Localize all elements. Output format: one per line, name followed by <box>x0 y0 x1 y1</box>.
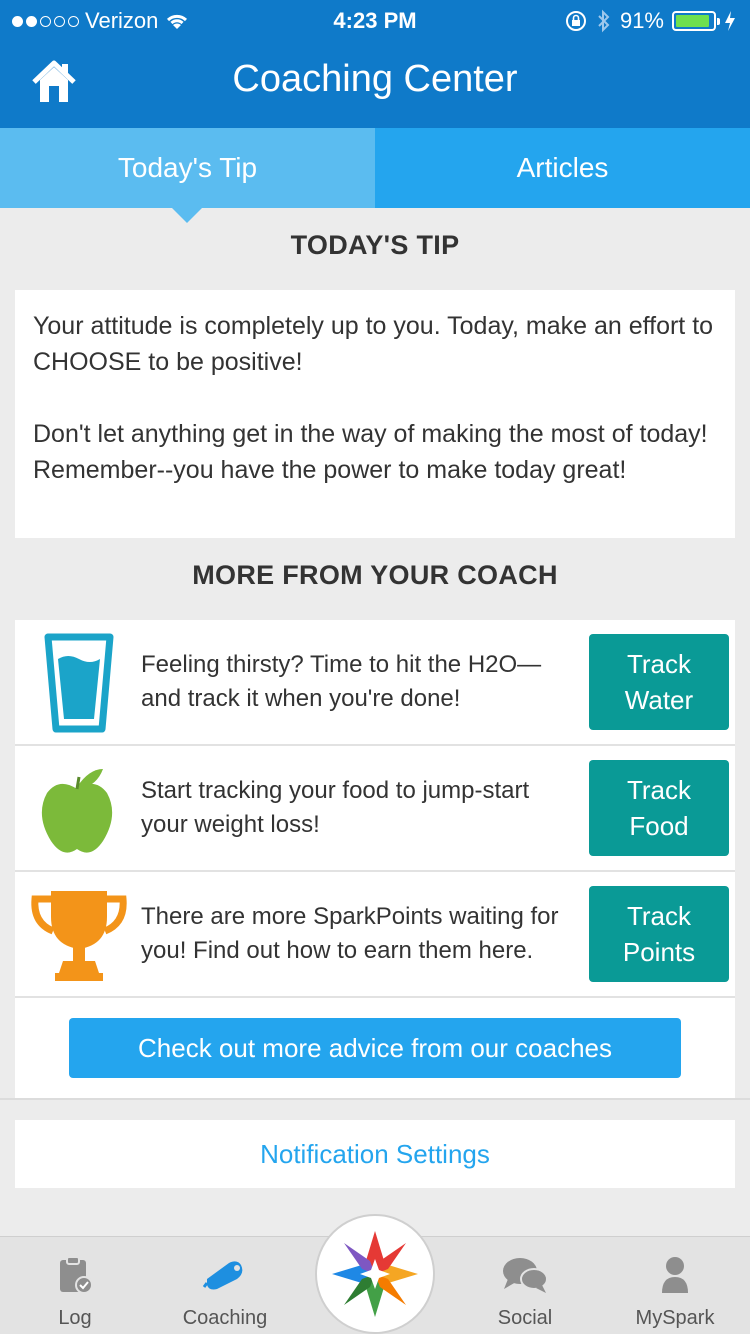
section-divider <box>0 1098 750 1100</box>
tabbar-item-coaching[interactable]: Coaching <box>150 1237 300 1334</box>
tabbar-label: Log <box>58 1307 92 1329</box>
quick-add-button[interactable] <box>315 1214 435 1334</box>
coach-item-food: Start tracking your food to jump-start y… <box>15 746 735 872</box>
coaching-icon <box>150 1253 300 1297</box>
tabbar-item-log[interactable]: Log <box>0 1237 150 1334</box>
log-icon <box>0 1253 150 1297</box>
coach-item-text: Feeling thirsty? Time to hit the H2O—and… <box>141 651 542 712</box>
track-points-button[interactable]: Track Points <box>589 886 729 982</box>
bluetooth-icon <box>598 9 610 33</box>
todays-tip-heading: TODAY'S TIP <box>290 230 460 260</box>
tab-articles[interactable]: Articles <box>375 128 750 208</box>
coach-item-water: Feeling thirsty? Time to hit the H2O—and… <box>15 620 735 746</box>
coach-item-text: Start tracking your food to jump-start y… <box>141 777 530 838</box>
coach-heading: MORE FROM YOUR COACH <box>192 560 558 590</box>
coach-item-text: There are more SparkPoints waiting for y… <box>141 903 559 964</box>
tip-card: Your attitude is completely up to you. T… <box>15 290 735 538</box>
tabbar-item-social[interactable]: Social <box>450 1237 600 1334</box>
status-right: 91% <box>564 8 736 34</box>
notification-settings-link[interactable]: Notification Settings <box>15 1120 735 1188</box>
charging-icon <box>725 11 735 31</box>
myspark-icon <box>600 1253 750 1297</box>
tab-bar-top: Today's Tip Articles <box>0 128 750 208</box>
spark-logo-icon <box>332 1231 418 1317</box>
battery-percent: 91% <box>619 8 664 33</box>
tip-paragraph: Your attitude is completely up to you. T… <box>33 312 714 376</box>
rotation-lock-icon <box>565 11 586 31</box>
social-icon <box>450 1253 600 1297</box>
tip-paragraph: Don't let anything get in the way of mak… <box>33 420 708 484</box>
apple-icon <box>29 756 129 862</box>
page-title: Coaching Center <box>232 58 518 100</box>
tabbar-label: Social <box>497 1307 553 1329</box>
coach-item-points: There are more SparkPoints waiting for y… <box>15 872 735 998</box>
coach-card: Feeling thirsty? Time to hit the H2O—and… <box>15 620 735 1098</box>
track-food-button[interactable]: Track Food <box>589 760 729 856</box>
trophy-icon <box>29 882 129 988</box>
more-advice-button[interactable]: Check out more advice from our coaches <box>69 1018 681 1078</box>
track-water-button[interactable]: Track Water <box>589 634 729 730</box>
water-glass-icon <box>29 630 129 736</box>
tabbar-label: MySpark <box>635 1307 715 1329</box>
tabbar-item-myspark[interactable]: MySpark <box>600 1237 750 1334</box>
tabbar-label: Coaching <box>182 1307 268 1329</box>
status-bar: Verizon 4:23 PM 91% <box>0 0 750 40</box>
top-bar: Verizon 4:23 PM 91% Coaching Center <box>0 0 750 128</box>
tab-todays-tip[interactable]: Today's Tip <box>0 128 375 208</box>
battery-icon <box>672 11 720 31</box>
active-tab-indicator <box>172 208 202 223</box>
